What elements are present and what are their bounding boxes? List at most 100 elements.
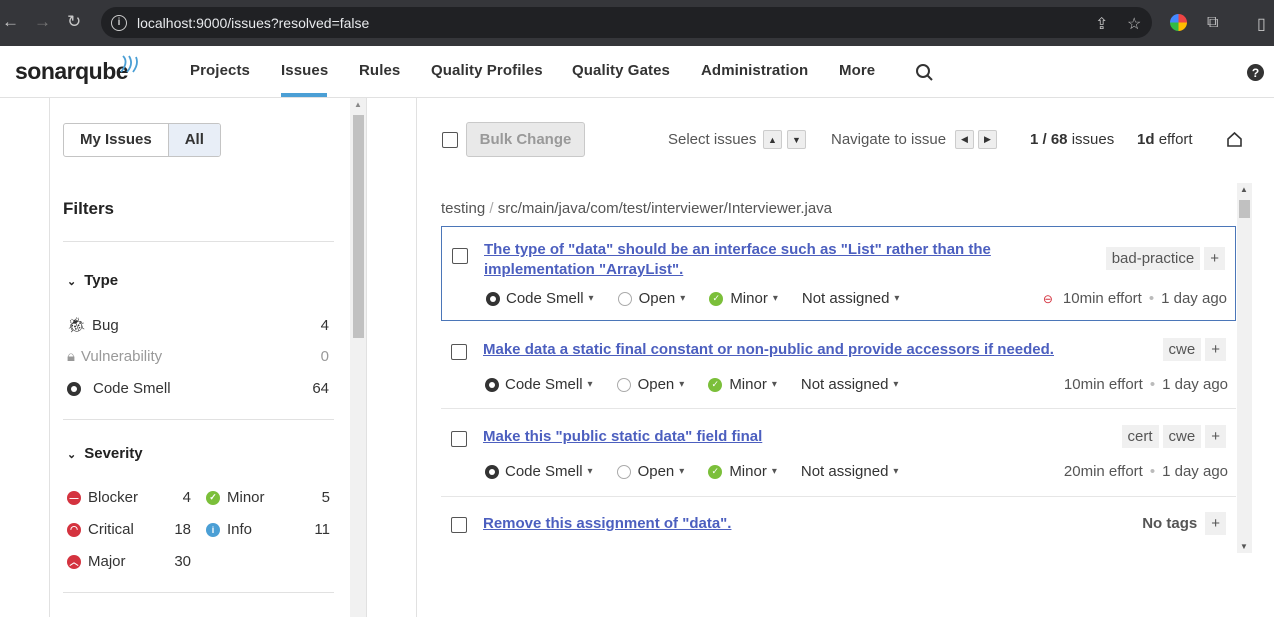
issue-type-dropdown[interactable]: Code Smell ▾ — [485, 463, 593, 480]
nav-issues[interactable]: Issues — [281, 62, 328, 79]
chevron-down-icon: ▾ — [772, 293, 778, 304]
issue-title[interactable]: Remove this assignment of "data". — [483, 514, 731, 534]
bookmark-star-icon[interactable]: ☆ — [1127, 14, 1141, 34]
home-icon[interactable] — [1226, 131, 1243, 148]
issue-item[interactable]: Make data a static final constant or non… — [441, 321, 1236, 409]
issue-status-dropdown[interactable]: Open ▾ — [617, 290, 686, 307]
nav-quality-profiles[interactable]: Quality Profiles — [431, 62, 543, 79]
severity-filter-minor[interactable]: ✓ Minor 5 — [206, 489, 330, 506]
effort-value: 1d — [1137, 131, 1155, 148]
address-bar[interactable]: i localhost:9000/issues?resolved=false — [101, 7, 1152, 38]
bug-icon: 🐞︎ — [67, 317, 87, 334]
breadcrumb: testing / src/main/java/com/test/intervi… — [441, 200, 832, 217]
type-filter-vulnerability[interactable]: 🔒︎ Vulnerability 0 — [67, 348, 329, 365]
back-icon[interactable]: ← — [2, 12, 19, 32]
forward-icon[interactable]: → — [34, 12, 51, 32]
severity-filter-major[interactable]: ︿ Major 30 — [67, 553, 191, 570]
extensions-puzzle-icon[interactable]: ⧉ — [1207, 14, 1218, 32]
issue-status: Open — [637, 376, 675, 393]
scrollbar-thumb[interactable] — [1239, 200, 1250, 218]
issue-tags[interactable]: cert cwe + — [1121, 425, 1226, 448]
type-filter-code-smell[interactable]: Code Smell 64 — [67, 380, 329, 397]
type-facet-title: Type — [84, 272, 119, 289]
filter-label: Vulnerability — [80, 348, 163, 365]
severity-filter-info[interactable]: i Info 11 — [206, 521, 330, 538]
filter-count: 18 — [174, 521, 191, 538]
issue-tags[interactable]: No tags + — [1142, 512, 1226, 535]
extension-color-icon[interactable] — [1170, 14, 1187, 31]
share-icon[interactable]: ⇪ — [1095, 14, 1108, 34]
issue-title[interactable]: The type of "data" should be an interfac… — [484, 240, 1084, 280]
issue-type-dropdown[interactable]: Code Smell ▾ — [485, 376, 593, 393]
issue-checkbox[interactable] — [452, 248, 468, 264]
search-icon[interactable] — [915, 63, 934, 82]
add-tag-icon[interactable]: + — [1205, 425, 1226, 448]
filter-label: Info — [227, 521, 253, 538]
scroll-down-icon[interactable]: ▼ — [1240, 542, 1248, 551]
issue-item[interactable]: The type of "data" should be an interfac… — [441, 226, 1236, 321]
severity-filter-blocker[interactable]: — Blocker 4 — [67, 489, 191, 506]
sidebar-scrollbar[interactable]: ▲ — [350, 98, 367, 617]
issue-counter: 1 / 68 issues — [1030, 131, 1114, 148]
issue-checkbox[interactable] — [451, 344, 467, 360]
severity-facet-header[interactable]: ⌄ Severity — [67, 445, 143, 462]
scroll-up-icon[interactable]: ▲ — [1240, 185, 1248, 194]
add-tag-icon[interactable]: + — [1205, 512, 1226, 535]
nav-rules[interactable]: Rules — [359, 62, 400, 79]
issue-checkbox[interactable] — [451, 431, 467, 447]
issues-toolbar: Bulk Change Select issues ▲ ▼ Navigate t… — [441, 122, 1251, 158]
type-facet-header[interactable]: ⌄ Type — [67, 272, 118, 289]
chevron-down-icon: ⌄ — [67, 449, 77, 461]
all-issues-button[interactable]: All — [167, 124, 220, 156]
issue-effort: ⊖ 10min effort • 1 day ago — [1043, 290, 1227, 307]
chevron-down-icon: ▾ — [771, 466, 777, 477]
issue-status-dropdown[interactable]: Open ▾ — [616, 463, 684, 480]
filter-count: 30 — [174, 553, 191, 570]
site-info-icon[interactable]: i — [111, 14, 127, 31]
nav-projects[interactable]: Projects — [190, 62, 250, 79]
arrow-left-icon: ◀ — [955, 130, 974, 149]
sidepanel-icon[interactable]: ▯ — [1257, 14, 1266, 34]
chevron-down-icon: ▾ — [588, 293, 594, 304]
issue-item[interactable]: Remove this assignment of "data". No tag… — [441, 497, 1236, 553]
scrollbar-thumb[interactable] — [353, 115, 364, 338]
issue-tags[interactable]: cwe + — [1162, 338, 1226, 361]
issue-title[interactable]: Make data a static final constant or non… — [483, 340, 1054, 360]
add-tag-icon[interactable]: + — [1205, 338, 1226, 361]
issue-effort: 10min effort • 1 day ago — [1064, 376, 1228, 393]
nav-more[interactable]: More — [839, 62, 875, 79]
issue-item[interactable]: Make this "public static data" field fin… — [441, 409, 1236, 497]
my-issues-button[interactable]: My Issues — [64, 124, 168, 156]
reload-icon[interactable]: ↻ — [67, 12, 81, 32]
scroll-up-icon[interactable]: ▲ — [354, 100, 362, 109]
nav-administration[interactable]: Administration — [701, 62, 808, 79]
sonarqube-logo[interactable]: sonarqube — [15, 55, 138, 85]
issue-severity-dropdown[interactable]: ✓ Minor ▾ — [708, 463, 777, 480]
severity-filter-critical[interactable]: ◠ Critical 18 — [67, 521, 191, 538]
nav-quality-gates[interactable]: Quality Gates — [572, 62, 670, 79]
breadcrumb-project[interactable]: testing — [441, 200, 485, 217]
issue-severity-dropdown[interactable]: ✓ Minor ▾ — [708, 376, 777, 393]
issue-severity-dropdown[interactable]: ✓ Minor ▾ — [709, 290, 778, 307]
breadcrumb-file[interactable]: src/main/java/com/test/interviewer/Inter… — [498, 200, 832, 217]
issue-list-scrollbar[interactable]: ▲ ▼ — [1237, 183, 1252, 553]
select-all-checkbox[interactable] — [442, 132, 458, 148]
issue-assignee-dropdown[interactable]: Not assigned ▾ — [801, 376, 899, 393]
type-filter-bug[interactable]: 🐞︎ Bug 4 — [67, 316, 329, 335]
issue-status-dropdown[interactable]: Open ▾ — [616, 376, 684, 393]
issue-type-dropdown[interactable]: Code Smell ▾ — [486, 290, 594, 307]
issue-assignee-dropdown[interactable]: Not assigned ▾ — [801, 463, 899, 480]
issue-title[interactable]: Make this "public static data" field fin… — [483, 427, 762, 447]
chevron-down-icon: ▾ — [680, 293, 686, 304]
help-icon[interactable]: ? — [1247, 64, 1264, 81]
arrow-right-icon: ▶ — [978, 130, 997, 149]
bullet: • — [1149, 463, 1156, 480]
issue-checkbox[interactable] — [451, 517, 467, 533]
no-tags-label: No tags — [1142, 515, 1198, 532]
add-tag-icon[interactable]: + — [1204, 247, 1225, 270]
minor-icon: ✓ — [708, 464, 723, 479]
issue-tags[interactable]: bad-practice + — [1105, 247, 1225, 270]
bulk-change-button[interactable]: Bulk Change — [466, 122, 585, 157]
issue-assignee-dropdown[interactable]: Not assigned ▾ — [802, 290, 900, 307]
breadcrumb-separator: / — [489, 200, 494, 217]
